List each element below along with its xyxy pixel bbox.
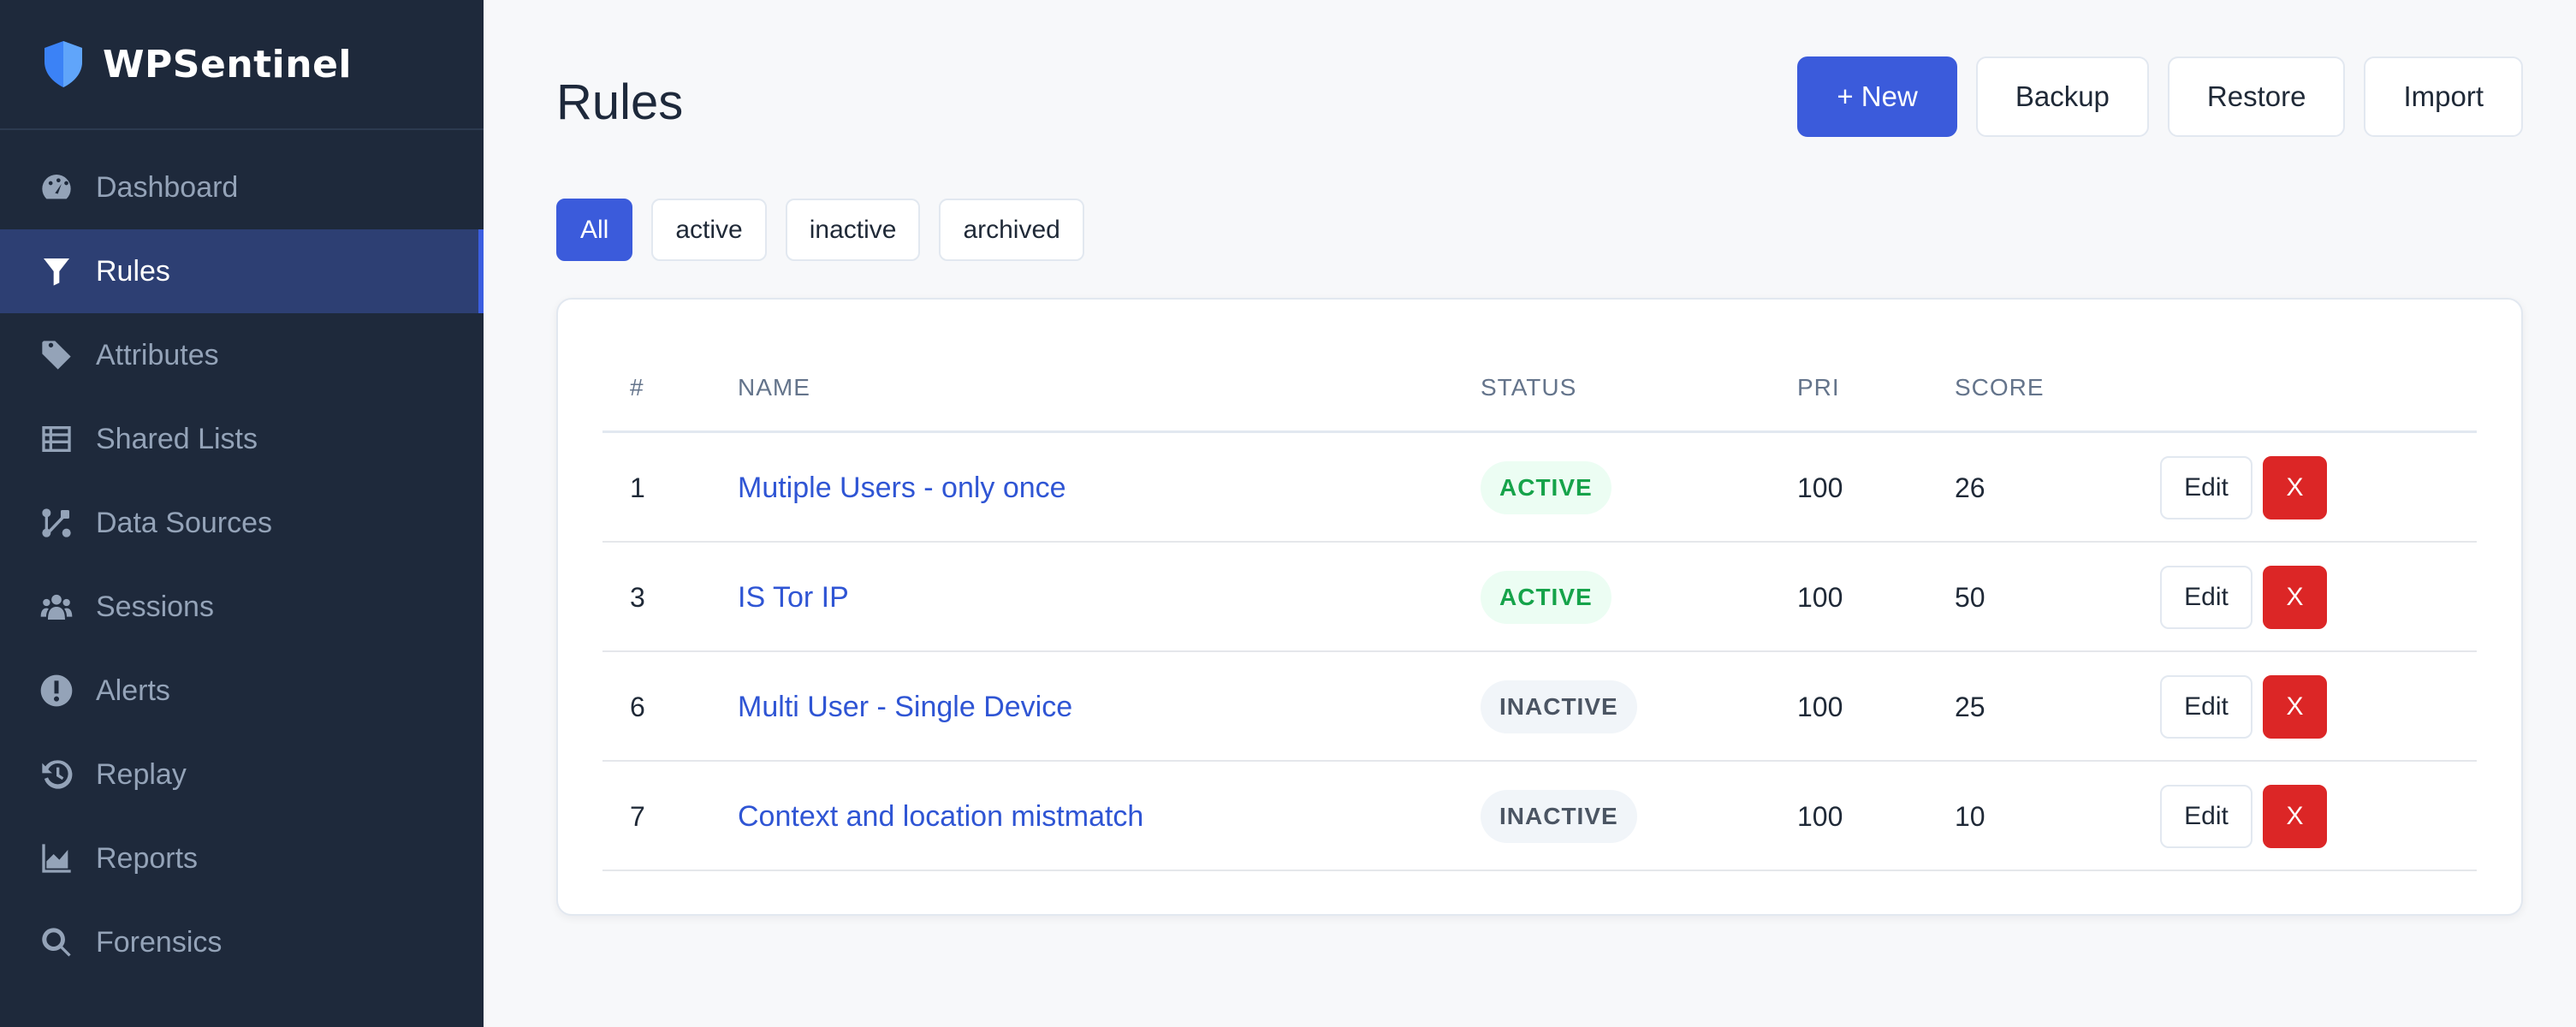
restore-button[interactable]: Restore [2167, 56, 2346, 137]
rule-priority: 100 [1797, 801, 1843, 832]
status-filter-group: All active inactive archived [556, 199, 1084, 261]
rule-priority: 100 [1797, 582, 1843, 613]
rule-name-link[interactable]: Mutiple Users - only once [738, 472, 1066, 505]
new-rule-button[interactable]: + New [1797, 56, 1957, 137]
sidebar-item-label: Shared Lists [96, 422, 258, 455]
rule-id: 1 [630, 472, 645, 503]
bezier-nodes-icon [42, 508, 71, 537]
row-actions: Edit X [2160, 785, 2327, 848]
users-icon [40, 594, 73, 620]
sidebar-item-attributes[interactable]: Attributes [0, 313, 484, 397]
sidebar-item-label: Rules [96, 254, 170, 288]
backup-button[interactable]: Backup [1975, 56, 2149, 137]
rule-id: 7 [630, 801, 645, 832]
status-badge: INACTIVE [1481, 680, 1637, 733]
table-row-cells: 6 Multi User - Single Device INACTIVE 10… [602, 652, 2477, 760]
filter-archived[interactable]: archived [939, 199, 1084, 261]
row-actions: Edit X [2160, 675, 2327, 739]
sidebar-item-label: Replay [96, 757, 187, 791]
edit-button[interactable]: Edit [2160, 566, 2253, 629]
rule-priority: 100 [1797, 472, 1843, 503]
brand[interactable]: WPSentinel [0, 0, 484, 130]
table-row: 7 Context and location mistmatch INACTIV… [602, 762, 2477, 871]
sidebar-item-label: Dashboard [96, 170, 239, 204]
sidebar-item-reports[interactable]: Reports [0, 816, 484, 900]
sidebar-item-label: Data Sources [96, 506, 272, 539]
sidebar-item-sessions[interactable]: Sessions [0, 565, 484, 649]
filter-active[interactable]: active [651, 199, 767, 261]
sidebar-item-forensics[interactable]: Forensics [0, 900, 484, 984]
sidebar-nav: Dashboard Rules Attributes Shared Lists [0, 130, 484, 984]
filter-all[interactable]: All [556, 199, 633, 261]
sidebar-item-label: Forensics [96, 925, 223, 959]
rule-name-link[interactable]: Multi User - Single Device [738, 691, 1072, 724]
page-title: Rules [556, 74, 684, 130]
rule-id: 6 [630, 692, 645, 722]
sidebar-item-data-sources[interactable]: Data Sources [0, 481, 484, 565]
rule-id: 3 [630, 582, 645, 613]
delete-button[interactable]: X [2263, 566, 2327, 629]
search-icon [42, 928, 71, 957]
rules-table-card: # NAME STATUS PRI SCORE 1 Mutiple Users … [556, 298, 2523, 916]
dashboard-gauge-icon [42, 175, 71, 199]
delete-button[interactable]: X [2263, 456, 2327, 519]
filter-inactive[interactable]: inactive [785, 199, 921, 261]
table-header: # NAME STATUS PRI SCORE [602, 351, 2477, 433]
table-header-row: # NAME STATUS PRI SCORE [602, 351, 2477, 401]
sidebar-item-alerts[interactable]: Alerts [0, 649, 484, 733]
header-id: # [630, 374, 644, 401]
rule-name-link[interactable]: IS Tor IP [738, 581, 849, 614]
table-row-cells: 3 IS Tor IP ACTIVE 100 50 Edit X [602, 543, 2477, 650]
rules-table: # NAME STATUS PRI SCORE 1 Mutiple Users … [602, 351, 2477, 871]
status-badge: INACTIVE [1481, 790, 1637, 843]
shield-icon [45, 41, 82, 87]
rule-score: 26 [1955, 472, 1985, 503]
row-actions: Edit X [2160, 566, 2327, 629]
sidebar-item-dashboard[interactable]: Dashboard [0, 145, 484, 229]
sidebar-item-shared-lists[interactable]: Shared Lists [0, 397, 484, 481]
table-row-cells: 1 Mutiple Users - only once ACTIVE 100 2… [602, 433, 2477, 541]
rule-priority: 100 [1797, 692, 1843, 722]
sidebar-item-replay[interactable]: Replay [0, 733, 484, 816]
sidebar-item-label: Reports [96, 841, 199, 875]
sidebar-item-label: Attributes [96, 338, 219, 371]
header-status[interactable]: STATUS [1481, 374, 1576, 401]
tag-icon [42, 341, 71, 370]
header-score[interactable]: SCORE [1955, 374, 2045, 401]
header-pri[interactable]: PRI [1797, 374, 1840, 401]
rule-score: 25 [1955, 692, 1985, 722]
rule-name-link[interactable]: Context and location mistmatch [738, 800, 1143, 834]
sidebar-item-rules[interactable]: Rules [0, 229, 484, 313]
sidebar-item-label: Sessions [96, 590, 214, 623]
table-list-icon [42, 426, 71, 452]
rule-score: 50 [1955, 582, 1985, 613]
delete-button[interactable]: X [2263, 785, 2327, 848]
rule-score: 10 [1955, 801, 1985, 832]
edit-button[interactable]: Edit [2160, 785, 2253, 848]
sidebar-item-label: Alerts [96, 674, 170, 707]
row-actions: Edit X [2160, 456, 2327, 519]
exclamation-circle-icon [40, 674, 73, 707]
import-button[interactable]: Import [2364, 56, 2523, 137]
brand-name: WPSentinel [103, 42, 352, 86]
table-row: 6 Multi User - Single Device INACTIVE 10… [602, 652, 2477, 762]
edit-button[interactable]: Edit [2160, 456, 2253, 519]
delete-button[interactable]: X [2263, 675, 2327, 739]
status-badge: ACTIVE [1481, 571, 1611, 624]
table-row: 3 IS Tor IP ACTIVE 100 50 Edit X [602, 543, 2477, 652]
status-badge: ACTIVE [1481, 461, 1611, 514]
chart-area-icon [42, 844, 71, 873]
sidebar: WPSentinel Dashboard Rules Attributes Sh… [0, 0, 484, 1027]
header-actions: + New Backup Restore Import [1797, 56, 2523, 137]
table-row-cells: 7 Context and location mistmatch INACTIV… [602, 762, 2477, 870]
header-name[interactable]: NAME [738, 374, 810, 401]
table-row: 1 Mutiple Users - only once ACTIVE 100 2… [602, 433, 2477, 543]
filter-icon [44, 258, 69, 286]
history-icon [42, 760, 73, 789]
edit-button[interactable]: Edit [2160, 675, 2253, 739]
